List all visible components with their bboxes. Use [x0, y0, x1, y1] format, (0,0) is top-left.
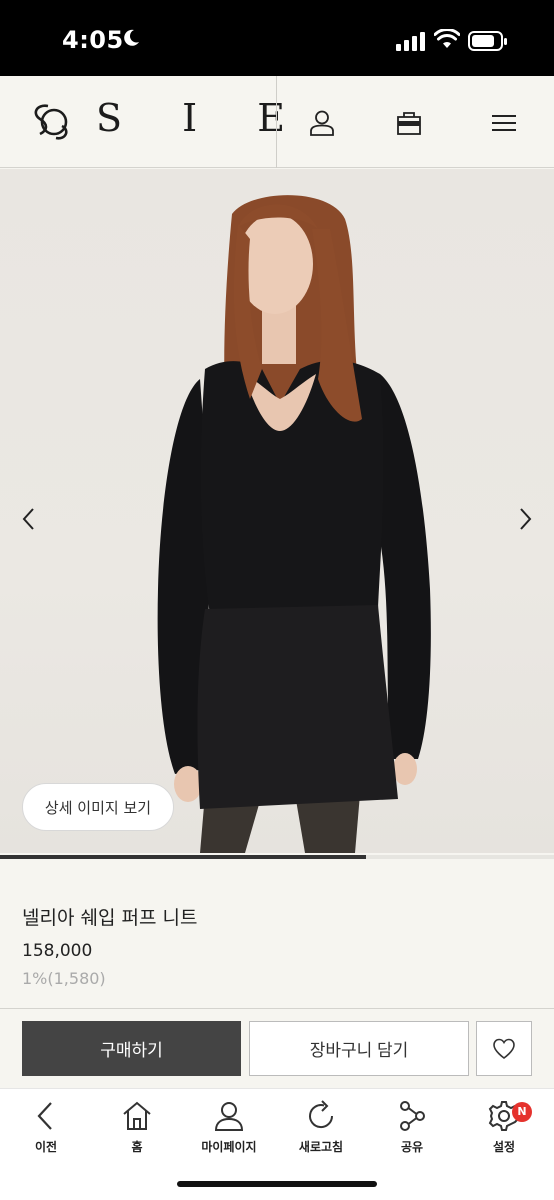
product-image-carousel[interactable]: 상세 이미지 보기: [0, 169, 554, 853]
nav-settings-label: 설정: [492, 1140, 516, 1154]
refresh-icon: [309, 1100, 334, 1129]
back-arrow-icon: [37, 1102, 52, 1130]
brand-logo-icon[interactable]: [26, 100, 70, 144]
user-icon[interactable]: [308, 109, 336, 137]
previous-slide-arrow-icon[interactable]: [18, 504, 40, 534]
profile-icon: [214, 1102, 244, 1131]
view-detail-images-button[interactable]: 상세 이미지 보기: [22, 783, 174, 831]
home-icon: [123, 1101, 151, 1130]
nav-refresh[interactable]: 새로고침: [281, 1099, 361, 1159]
nav-share[interactable]: 공유: [372, 1099, 452, 1159]
nav-home[interactable]: 홈: [97, 1099, 177, 1159]
battery-icon: [468, 31, 507, 51]
nav-back-label: 이전: [34, 1140, 58, 1154]
signal-icon: [396, 32, 425, 51]
share-icon: [400, 1101, 425, 1131]
moon-icon: [124, 29, 139, 46]
nav-settings[interactable]: N 설정: [464, 1099, 544, 1159]
wishlist-button[interactable]: [476, 1021, 532, 1076]
product-name: 넬리아 쉐입 퍼프 니트: [22, 907, 198, 929]
home-indicator: [177, 1181, 377, 1187]
next-slide-arrow-icon[interactable]: [514, 504, 536, 534]
nav-home-label: 홈: [131, 1140, 143, 1154]
nav-back[interactable]: 이전: [6, 1099, 86, 1159]
settings-badge: N: [512, 1102, 532, 1122]
nav-refresh-label: 새로고침: [298, 1140, 344, 1154]
add-to-cart-button[interactable]: 장바구니 담기: [249, 1021, 469, 1076]
site-header: S I E: [0, 76, 554, 168]
wifi-icon: [434, 29, 460, 48]
nav-mypage[interactable]: 마이페이지: [189, 1099, 269, 1159]
product-price: 158,000: [22, 941, 93, 961]
shopping-bag-icon[interactable]: [395, 109, 423, 137]
status-time: 4:05: [62, 26, 124, 54]
product-photo: [157, 195, 431, 853]
product-points: 1%(1,580): [22, 969, 106, 988]
info-divider: [0, 1008, 554, 1009]
slide-progress-fill: [0, 855, 366, 859]
nav-mypage-label: 마이페이지: [201, 1140, 257, 1154]
nav-share-label: 공유: [400, 1140, 424, 1154]
menu-icon[interactable]: [490, 109, 518, 137]
buy-now-button[interactable]: 구매하기: [22, 1021, 241, 1076]
heart-icon: [493, 1038, 515, 1059]
brand-name[interactable]: S I E: [96, 96, 309, 140]
header-divider: [276, 76, 277, 168]
status-bar: 4:05: [0, 0, 554, 76]
slide-progress-track: [0, 855, 554, 859]
